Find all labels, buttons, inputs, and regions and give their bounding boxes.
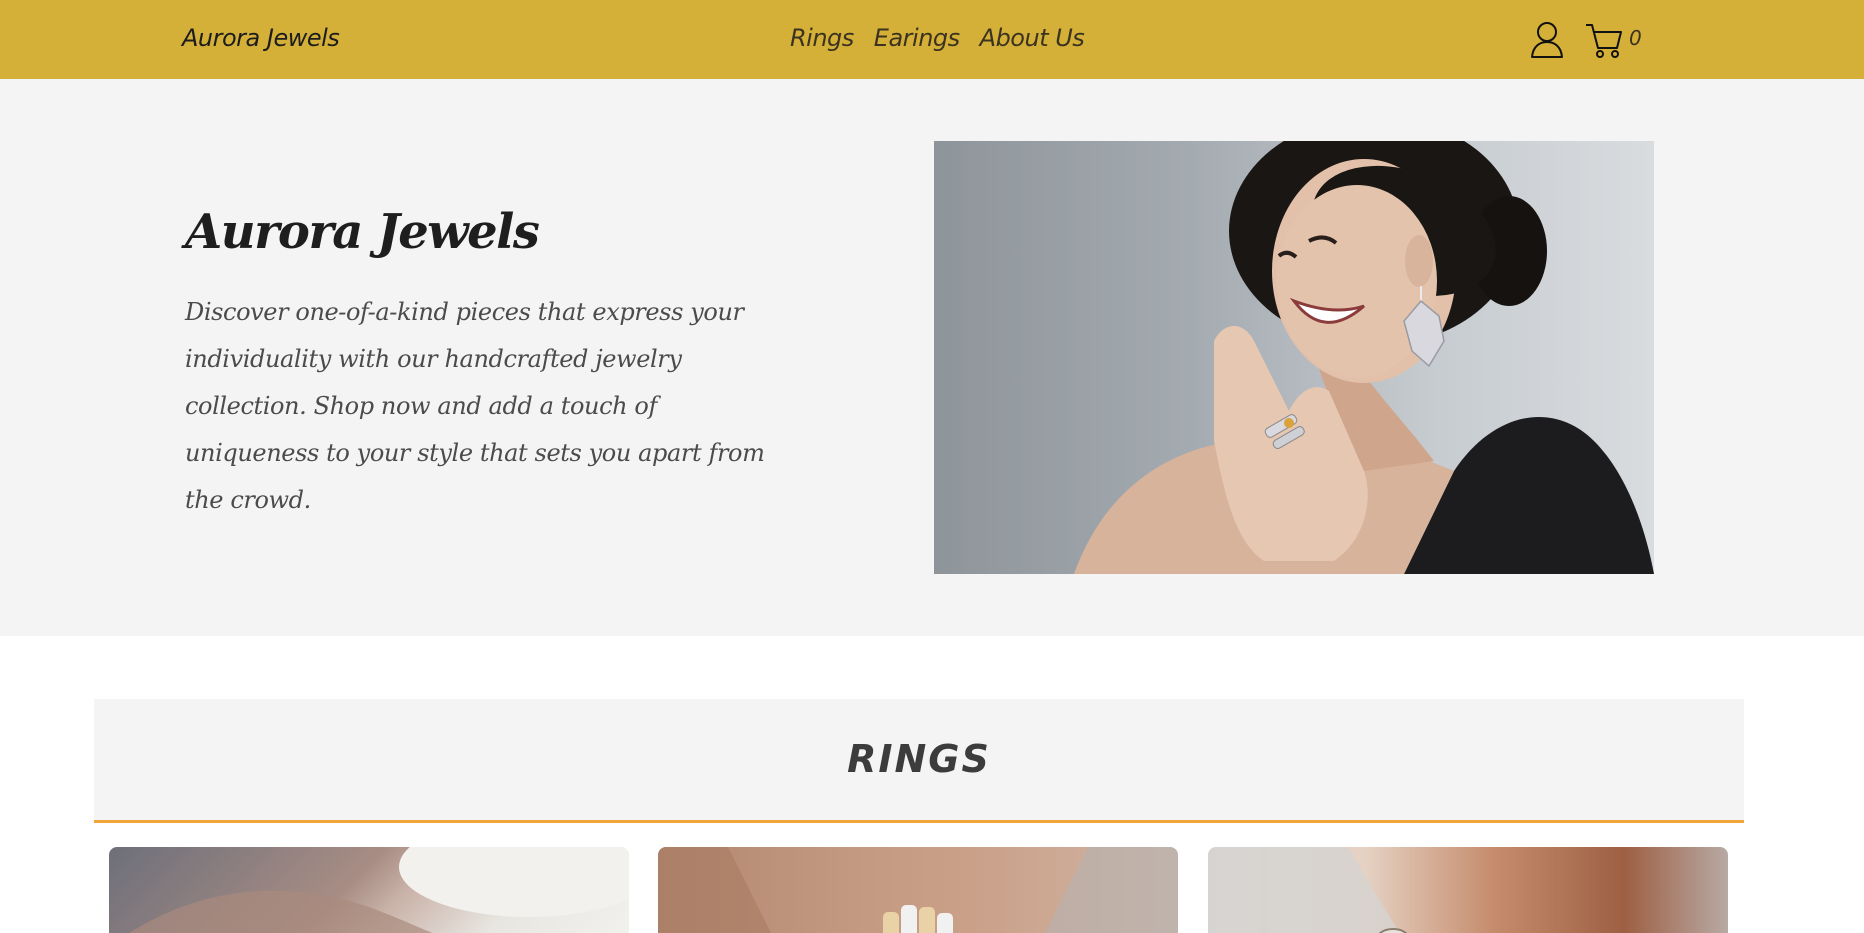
shopping-cart-icon[interactable]	[1584, 20, 1624, 60]
hero-model-photo	[934, 141, 1654, 574]
brand-logo-link[interactable]: Aurora Jewels	[182, 24, 340, 52]
main-nav: Rings Earings About Us	[790, 24, 1085, 52]
hero-description: Discover one-of-a-kind pieces that expre…	[185, 298, 765, 514]
nav-link-earings[interactable]: Earings	[874, 24, 960, 52]
ring-product-card[interactable]	[658, 847, 1178, 933]
hero-section: Aurora Jewels Discover one-of-a-kind pie…	[0, 79, 1864, 636]
nav-link-about-us[interactable]: About Us	[980, 24, 1085, 52]
hero-title: Aurora Jewels	[185, 204, 540, 260]
rings-section-header: RINGS	[94, 699, 1744, 823]
model-illustration	[1074, 141, 1654, 574]
ring-product-card[interactable]	[1208, 847, 1728, 933]
rings-section-title: RINGS	[847, 737, 991, 781]
ring-product-card[interactable]	[109, 847, 629, 933]
ring-photo	[129, 847, 629, 933]
user-account-icon[interactable]	[1530, 21, 1564, 59]
nav-link-rings[interactable]: Rings	[790, 24, 854, 52]
top-navigation-bar: Aurora Jewels Rings Earings About Us 0	[0, 0, 1864, 79]
ring-photo	[658, 847, 1178, 933]
ring-photo	[1208, 847, 1408, 933]
cart-count-badge: 0	[1629, 26, 1642, 50]
